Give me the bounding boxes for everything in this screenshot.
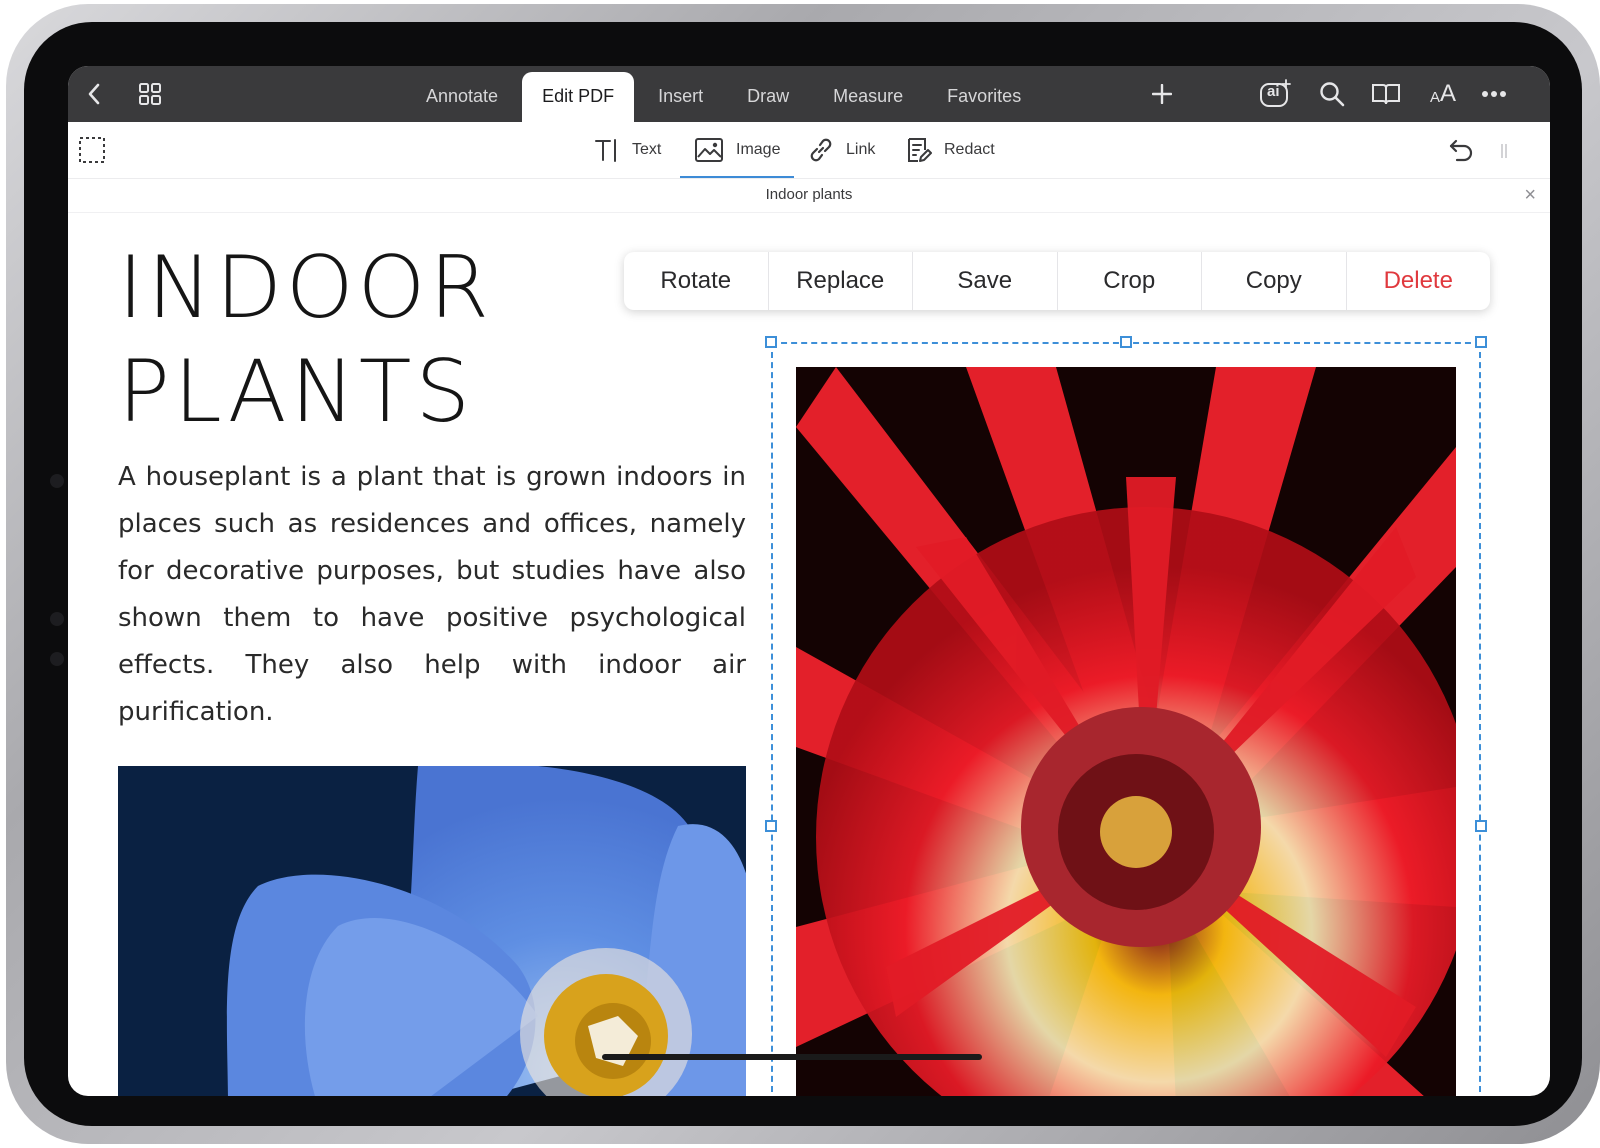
toolbar-tabs: Annotate Edit PDF Insert Draw Measure Fa… [406, 66, 1045, 122]
reading-mode-icon[interactable] [1368, 76, 1404, 112]
tool-link-label: Link [846, 141, 876, 158]
tab-annotate[interactable]: Annotate [406, 72, 518, 122]
select-area-icon[interactable] [78, 136, 106, 169]
heading-line-1: INDOOR [118, 238, 494, 338]
tab-favorites[interactable]: Favorites [927, 72, 1041, 122]
document-title-bar: Indoor plants × [68, 178, 1550, 213]
undo-icon[interactable] [1448, 138, 1474, 167]
home-indicator[interactable] [602, 1054, 982, 1060]
tool-text-label: Text [632, 141, 662, 158]
tool-text[interactable]: Text [580, 122, 675, 178]
search-icon[interactable] [1314, 76, 1350, 112]
main-toolbar: Annotate Edit PDF Insert Draw Measure Fa… [68, 66, 1550, 122]
replace-button[interactable]: Replace [769, 252, 913, 310]
text-cursor-icon [595, 139, 616, 162]
more-options-icon[interactable] [1476, 76, 1512, 112]
image-selection-box[interactable] [765, 336, 1487, 1096]
document-title: Indoor plants [765, 186, 853, 203]
resize-handle-top[interactable] [1120, 336, 1132, 348]
tool-image[interactable]: Image [680, 122, 795, 178]
heading-line-2: PLANTS [118, 342, 475, 442]
tool-image-label: Image [736, 141, 781, 158]
back-icon[interactable] [76, 76, 112, 112]
grid-icon[interactable] [132, 76, 168, 112]
tool-redact[interactable]: Redact [892, 122, 1009, 178]
resize-handle-top-left[interactable] [765, 336, 777, 348]
edit-tools-bar: Text Image Link Redact [68, 122, 1550, 179]
close-icon[interactable]: × [1524, 178, 1536, 212]
ai-label: ai [1267, 83, 1280, 100]
tab-measure[interactable]: Measure [813, 72, 923, 122]
tab-insert[interactable]: Insert [638, 72, 723, 122]
more-tools-handle-icon[interactable] [1500, 142, 1508, 165]
image-context-menu: Rotate Replace Save Crop Copy Delete [624, 252, 1490, 310]
redact-icon [908, 138, 932, 162]
body-paragraph: A houseplant is a plant that is grown in… [118, 462, 746, 727]
crop-button[interactable]: Crop [1058, 252, 1202, 310]
image-icon [695, 138, 723, 162]
app-screen: Annotate Edit PDF Insert Draw Measure Fa… [68, 66, 1550, 1096]
ai-assistant-icon[interactable]: ai [1258, 76, 1294, 112]
sensor-dot [50, 612, 64, 626]
rotate-button[interactable]: Rotate [624, 252, 769, 310]
font-size-icon[interactable]: AA [1420, 76, 1466, 112]
sensor-dot [50, 652, 64, 666]
tool-redact-label: Redact [944, 141, 995, 158]
blue-flower-photo[interactable] [118, 766, 746, 1096]
save-button[interactable]: Save [913, 252, 1058, 310]
copy-button[interactable]: Copy [1202, 252, 1347, 310]
resize-handle-top-right[interactable] [1475, 336, 1487, 348]
delete-button[interactable]: Delete [1347, 252, 1491, 310]
tablet-frame: Annotate Edit PDF Insert Draw Measure Fa… [6, 4, 1600, 1144]
link-icon [810, 138, 832, 162]
resize-handle-left[interactable] [765, 820, 777, 832]
page-heading: INDOOR PLANTS [118, 236, 493, 444]
tool-link[interactable]: Link [794, 122, 889, 178]
resize-handle-right[interactable] [1475, 820, 1487, 832]
tab-draw[interactable]: Draw [727, 72, 809, 122]
add-tab-icon[interactable] [1144, 76, 1180, 112]
camera-dot [50, 474, 64, 488]
tab-edit-pdf[interactable]: Edit PDF [522, 72, 635, 122]
